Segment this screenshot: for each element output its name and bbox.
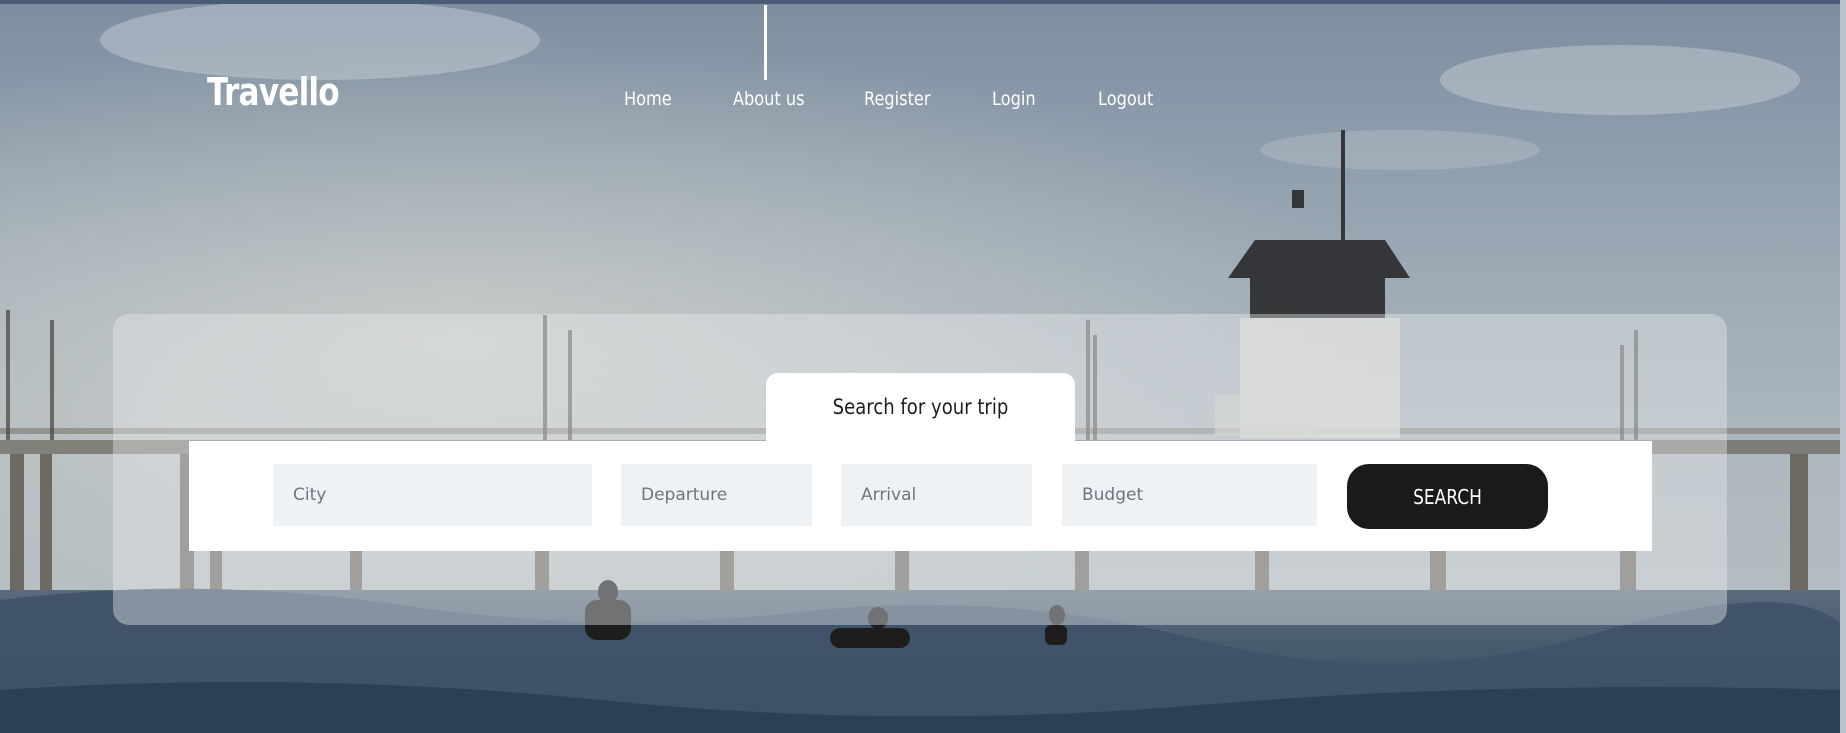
trip-search-form: SEARCH [189,441,1652,551]
hero-section: Travello Home About us Register Login Lo… [0,0,1846,733]
search-button-label: SEARCH [1413,484,1482,509]
search-button[interactable]: SEARCH [1347,464,1548,529]
brand-logo[interactable]: Travello [207,70,340,114]
arrival-input[interactable] [841,464,1032,526]
top-border [0,0,1846,4]
nav-item-home[interactable]: Home [624,88,672,110]
active-nav-indicator [764,5,767,80]
nav-item-register[interactable]: Register [864,88,930,110]
search-tab: Search for your trip [766,373,1075,445]
departure-input[interactable] [621,464,812,526]
scrollbar[interactable] [1840,0,1846,733]
search-tab-title: Search for your trip [832,395,1009,419]
city-input[interactable] [273,464,592,526]
budget-input[interactable] [1062,464,1317,526]
nav-item-login[interactable]: Login [992,88,1036,110]
nav-item-logout[interactable]: Logout [1098,88,1153,110]
nav-item-about-us[interactable]: About us [733,88,805,110]
